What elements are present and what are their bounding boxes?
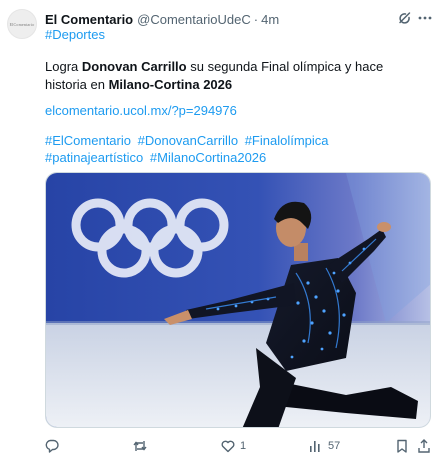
views-button[interactable]: 57 xyxy=(308,436,340,456)
bookmark-icon xyxy=(397,439,407,453)
text-part-1: Logra xyxy=(45,59,82,74)
tweet-photo[interactable] xyxy=(45,172,431,428)
tweet-header: El Comentario @ComentarioUdeC · 4m xyxy=(45,10,279,28)
header-separator: · xyxy=(253,11,259,27)
tweet-card[interactable]: ElComentario El Comentario @ComentarioUd… xyxy=(0,0,436,459)
views-icon xyxy=(310,441,320,452)
author-name[interactable]: El Comentario xyxy=(45,12,133,27)
like-button[interactable]: 1 xyxy=(220,436,246,456)
more-icon[interactable] xyxy=(416,9,434,27)
athlete-name: Donovan Carrillo xyxy=(81,59,187,74)
heart-icon xyxy=(221,440,235,453)
author-handle[interactable]: @ComentarioUdeC xyxy=(137,12,251,27)
views-count: 57 xyxy=(328,440,341,452)
skater-photo-illustration xyxy=(46,173,430,427)
avatar-logo-text: ElComentario xyxy=(9,21,35,27)
event-name: Milano-Cortina 2026 xyxy=(108,77,233,92)
hashtag-list: #ElComentario #DonovanCarrillo #Finalolí… xyxy=(45,132,430,166)
reply-button[interactable] xyxy=(44,436,64,456)
article-link[interactable]: elcomentario.ucol.mx/?p=294976 xyxy=(45,103,237,118)
share-button[interactable] xyxy=(416,436,432,456)
tweet-action-bar: 1 57 xyxy=(38,436,436,456)
tweet-text: Logra Donovan Carrillo su segunda Final … xyxy=(45,58,425,94)
hashtag[interactable]: #DonovanCarrillo xyxy=(138,133,238,148)
hashtag[interactable]: #patinajeartístico xyxy=(45,150,143,165)
repost-button[interactable] xyxy=(132,436,152,456)
timestamp[interactable]: 4m xyxy=(261,12,279,27)
reply-icon xyxy=(45,439,59,453)
repost-icon xyxy=(133,441,147,451)
hashtag[interactable]: #ElComentario xyxy=(45,133,131,148)
bookmark-button[interactable] xyxy=(394,436,410,456)
category-hashtag[interactable]: #Deportes xyxy=(45,27,105,42)
hashtag[interactable]: #Finalolímpica xyxy=(245,133,329,148)
hashtag[interactable]: #MilanoCortina2026 xyxy=(150,150,266,165)
share-icon xyxy=(418,439,430,453)
grok-icon[interactable] xyxy=(396,9,414,27)
like-count: 1 xyxy=(240,440,247,452)
avatar[interactable]: ElComentario xyxy=(7,9,37,39)
